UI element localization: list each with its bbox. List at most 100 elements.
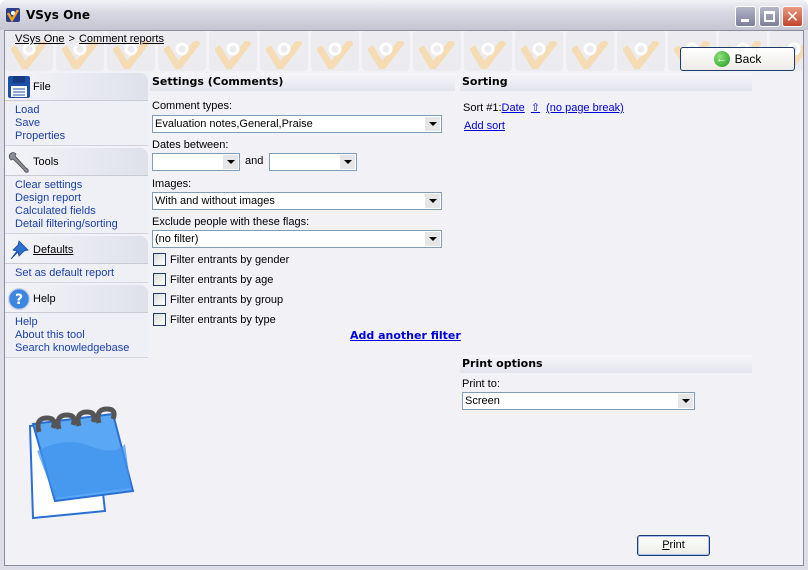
print-to-value: Screen xyxy=(465,395,500,407)
settings-section-title: Settings (Comments) xyxy=(150,73,455,91)
chevron-down-icon[interactable] xyxy=(678,394,693,408)
add-another-filter-link[interactable]: Add another filter xyxy=(350,329,461,342)
sidebar-item-help[interactable]: Help xyxy=(15,316,148,329)
checkbox-box[interactable] xyxy=(153,313,166,326)
print-button-label: Print xyxy=(662,539,685,551)
chevron-down-icon[interactable] xyxy=(425,117,440,131)
banner-logo-tile xyxy=(413,31,461,71)
title-bar[interactable]: VSys One ✕ xyxy=(0,0,808,30)
chevron-down-icon[interactable] xyxy=(425,232,440,246)
checkbox-box[interactable] xyxy=(153,253,166,266)
filter-group-checkbox[interactable]: Filter entrants by group xyxy=(153,293,283,306)
checkbox-box[interactable] xyxy=(153,273,166,286)
sort-row-1: Sort #1:Date ⇧ (no page break) xyxy=(463,101,624,114)
sidebar-group-defaults: Defaults Set as default report xyxy=(5,236,148,283)
checkmark-logo-icon xyxy=(572,41,608,69)
sidebar-title-tools: Tools xyxy=(33,155,59,168)
images-dropdown[interactable]: With and without images xyxy=(152,192,442,210)
minimize-button[interactable] xyxy=(735,6,756,27)
checkmark-logo-icon xyxy=(164,41,200,69)
sidebar-item-about[interactable]: About this tool xyxy=(15,329,148,342)
chevron-down-icon[interactable] xyxy=(223,155,238,169)
window-title: VSys One xyxy=(26,8,90,22)
sort-1-field-link[interactable]: Date xyxy=(502,102,525,114)
sidebar-title-defaults[interactable]: Defaults xyxy=(33,244,73,256)
checkmark-logo-icon xyxy=(521,41,557,69)
breadcrumb: VSys One > Comment reports xyxy=(15,33,164,45)
back-button-label: Back xyxy=(734,52,762,66)
images-value: With and without images xyxy=(155,195,275,207)
filter-type-label: Filter entrants by type xyxy=(170,313,276,326)
print-button[interactable]: Print xyxy=(637,535,710,556)
sidebar-items-defaults: Set as default report xyxy=(5,264,148,283)
sidebar-items-help: Help About this tool Search knowledgebas… xyxy=(5,313,148,358)
sidebar-item-set-default[interactable]: Set as default report xyxy=(15,267,148,280)
comment-types-label: Comment types: xyxy=(152,100,233,112)
dates-and-label: and xyxy=(245,155,264,167)
sidebar-group-tools: Tools Clear settings Design report Calcu… xyxy=(5,148,148,234)
sidebar-group-help: ? Help Help About this tool Search knowl… xyxy=(5,285,148,358)
svg-text:?: ? xyxy=(15,292,23,308)
help-circle-icon: ? xyxy=(7,287,31,310)
filter-group-label: Filter entrants by group xyxy=(170,293,284,306)
sort-1-page-break-link[interactable]: (no page break) xyxy=(546,102,624,114)
pushpin-icon xyxy=(10,239,29,259)
checkmark-logo-icon xyxy=(11,41,47,69)
comment-types-dropdown[interactable]: Evaluation notes,General,Praise xyxy=(152,115,442,133)
sidebar-item-calculated-fields[interactable]: Calculated fields xyxy=(15,205,148,218)
breadcrumb-separator: > xyxy=(68,33,75,45)
sidebar-header-tools: Tools xyxy=(5,148,148,176)
images-label: Images: xyxy=(152,178,192,190)
flags-value: (no filter) xyxy=(155,233,199,245)
sort-1-label: Sort #1: xyxy=(463,102,502,114)
breadcrumb-home-link[interactable]: VSys One xyxy=(15,33,65,45)
chevron-down-icon[interactable] xyxy=(425,194,440,208)
sidebar-item-design-report[interactable]: Design report xyxy=(15,192,148,205)
close-button[interactable]: ✕ xyxy=(782,6,803,27)
wrench-icon xyxy=(8,151,29,173)
checkmark-logo-icon xyxy=(113,41,149,69)
sorting-section-title: Sorting xyxy=(460,73,752,91)
sidebar-header-defaults: Defaults xyxy=(5,236,148,264)
banner-logo-tile xyxy=(158,31,206,71)
add-sort-link[interactable]: Add sort xyxy=(464,120,505,132)
sidebar-item-detail-filtering[interactable]: Detail filtering/sorting xyxy=(15,218,148,231)
sidebar-item-search-kb[interactable]: Search knowledgebase xyxy=(15,342,148,355)
sidebar-group-file: File Load Save Properties xyxy=(5,73,148,146)
banner-logo-tile xyxy=(209,31,257,71)
maximize-button[interactable] xyxy=(759,6,780,27)
sidebar-items-file: Load Save Properties xyxy=(5,101,148,146)
comment-types-value: Evaluation notes,General,Praise xyxy=(155,118,313,130)
maximize-icon xyxy=(764,11,775,22)
sort-direction-up-icon[interactable]: ⇧ xyxy=(531,102,540,114)
sidebar-header-help: ? Help xyxy=(5,285,148,313)
chevron-down-icon[interactable] xyxy=(340,155,355,169)
print-to-label: Print to: xyxy=(462,378,500,390)
banner-logo-tile xyxy=(311,31,359,71)
date-to-dropdown[interactable] xyxy=(269,153,357,171)
sidebar-item-properties[interactable]: Properties xyxy=(15,130,148,143)
floppy-disk-icon xyxy=(8,75,30,98)
minimize-icon xyxy=(741,19,749,22)
checkmark-logo-icon xyxy=(317,41,353,69)
sidebar-item-save[interactable]: Save xyxy=(15,117,148,130)
checkbox-box[interactable] xyxy=(153,293,166,306)
breadcrumb-current-link[interactable]: Comment reports xyxy=(79,33,164,45)
filter-gender-label: Filter entrants by gender xyxy=(170,253,290,266)
sidebar-item-load[interactable]: Load xyxy=(15,104,148,117)
sidebar-title-file: File xyxy=(33,80,51,93)
sidebar-item-clear-settings[interactable]: Clear settings xyxy=(15,179,148,192)
filter-age-checkbox[interactable]: Filter entrants by age xyxy=(153,273,273,286)
back-button[interactable]: ← Back xyxy=(680,47,795,71)
filter-gender-checkbox[interactable]: Filter entrants by gender xyxy=(153,253,289,266)
checkmark-logo-icon xyxy=(623,41,659,69)
client-area: VSys One > Comment reports ← Back File L… xyxy=(4,30,804,566)
dates-between-label: Dates between: xyxy=(152,139,229,151)
banner-logo-tile xyxy=(362,31,410,71)
filter-type-checkbox[interactable]: Filter entrants by type xyxy=(153,313,276,326)
date-from-dropdown[interactable] xyxy=(152,153,240,171)
flags-dropdown[interactable]: (no filter) xyxy=(152,230,442,248)
access-key: P xyxy=(662,539,670,551)
print-to-dropdown[interactable]: Screen xyxy=(462,392,695,410)
app-window: VSys One ✕ VSys One > Comment reports ← Ba… xyxy=(0,0,808,570)
